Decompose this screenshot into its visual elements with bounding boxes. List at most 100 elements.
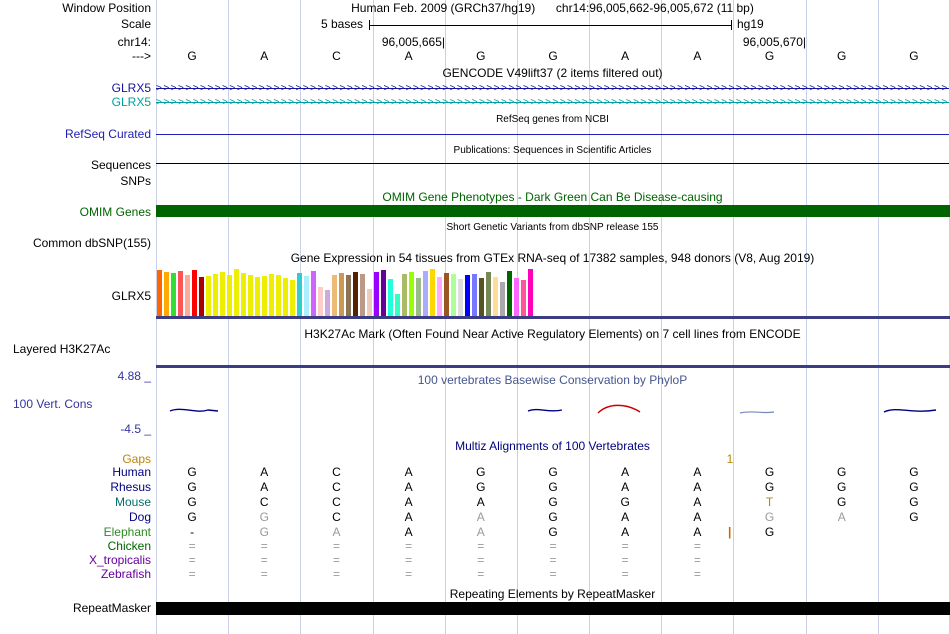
strand-arrows: >>>>>>>>>>>>>>>>>>>>>>>>>>>>>>>>>>>>>>>>… <box>156 82 949 95</box>
gtex-tissue-bar[interactable] <box>500 282 505 316</box>
gtex-tissue-bar[interactable] <box>339 273 344 316</box>
gtex-tissue-bar[interactable] <box>178 271 183 316</box>
omim-genes-label[interactable]: OMIM Genes <box>0 206 151 219</box>
repeatmasker-label[interactable]: RepeatMasker <box>0 602 151 615</box>
phylop-track-title[interactable]: 100 vertebrates Basewise Conservation by… <box>156 374 949 386</box>
gtex-tissue-bar[interactable] <box>444 273 449 316</box>
alignment-base: = <box>661 568 733 581</box>
gtex-tissue-bar[interactable] <box>388 279 393 316</box>
omim-gene-bar[interactable] <box>156 205 950 217</box>
gtex-tissue-bar[interactable] <box>325 290 330 316</box>
gtex-tissue-bar[interactable] <box>367 289 372 316</box>
gtex-tissue-bar[interactable] <box>234 269 239 316</box>
alignment-base: G <box>156 466 228 479</box>
gencode-transcript-arrows[interactable]: >>>>>>>>>>>>>>>>>>>>>>>>>>>>>>>>>>>>>>>>… <box>156 82 949 95</box>
gtex-tissue-bar[interactable] <box>269 274 274 316</box>
gtex-tissue-bar[interactable] <box>486 272 491 316</box>
snps-label[interactable]: SNPs <box>0 175 151 188</box>
gtex-tissue-bar[interactable] <box>353 272 358 316</box>
gtex-tissue-bar[interactable] <box>437 277 442 316</box>
gtex-tissue-bar[interactable] <box>514 278 519 316</box>
gtex-tissue-bar[interactable] <box>262 276 267 316</box>
refseq-curated-label[interactable]: RefSeq Curated <box>0 128 151 141</box>
species-label-dog[interactable]: Dog <box>0 511 151 524</box>
gtex-gene-label[interactable]: GLRX5 <box>0 290 151 303</box>
gtex-tissue-bar[interactable] <box>507 271 512 316</box>
h3k27ac-baseline[interactable] <box>156 365 950 368</box>
gtex-tissue-bar[interactable] <box>290 280 295 316</box>
publications-track-title[interactable]: Publications: Sequences in Scientific Ar… <box>156 145 949 157</box>
gencode-gene-label[interactable]: GLRX5 <box>0 82 151 95</box>
gtex-tissue-bar[interactable] <box>192 270 197 316</box>
gtex-tissue-bar[interactable] <box>227 275 232 316</box>
gtex-tissue-bar[interactable] <box>346 275 351 316</box>
species-label-rhesus[interactable]: Rhesus <box>0 481 151 494</box>
gtex-tissue-bar[interactable] <box>185 275 190 316</box>
phylop-max-value: 4.88 _ <box>0 370 151 383</box>
species-label-zebrafish[interactable]: Zebrafish <box>0 568 151 581</box>
gencode-transcript-arrows[interactable]: >>>>>>>>>>>>>>>>>>>>>>>>>>>>>>>>>>>>>>>>… <box>156 96 949 109</box>
gtex-tissue-bar[interactable] <box>465 275 470 316</box>
refseq-gene-line[interactable] <box>156 134 949 135</box>
gtex-tissue-bar[interactable] <box>171 273 176 316</box>
gtex-tissue-bar[interactable] <box>360 274 365 316</box>
gtex-tissue-bar[interactable] <box>493 277 498 316</box>
gtex-tissue-bar[interactable] <box>332 275 337 316</box>
gtex-tissue-bar[interactable] <box>220 272 225 316</box>
gtex-track-title[interactable]: Gene Expression in 54 tissues from GTEx … <box>156 252 949 264</box>
gtex-tissue-bar[interactable] <box>479 278 484 316</box>
alignment-base: A <box>373 526 445 539</box>
gtex-tissue-bar[interactable] <box>304 276 309 316</box>
phylop-label[interactable]: 100 Vert. Cons <box>13 398 92 411</box>
publication-sequence-line[interactable] <box>156 163 949 164</box>
gtex-tissue-bar[interactable] <box>472 274 477 316</box>
repeatmasker-track-title[interactable]: Repeating Elements by RepeatMasker <box>156 588 949 600</box>
gtex-tissue-bar[interactable] <box>206 276 211 316</box>
species-label-mouse[interactable]: Mouse <box>0 496 151 509</box>
gtex-tissue-bar[interactable] <box>318 287 323 316</box>
gtex-tissue-bar[interactable] <box>283 278 288 316</box>
repeatmasker-element-bar[interactable] <box>156 602 950 615</box>
h3k27ac-track-title[interactable]: H3K27Ac Mark (Often Found Near Active Re… <box>156 328 949 340</box>
gencode-gene-label[interactable]: GLRX5 <box>0 96 151 109</box>
omim-track-title[interactable]: OMIM Gene Phenotypes - Dark Green Can Be… <box>156 191 949 203</box>
gtex-tissue-bar[interactable] <box>213 274 218 316</box>
refseq-track-title[interactable]: RefSeq genes from NCBI <box>156 114 949 126</box>
sequences-label[interactable]: Sequences <box>0 159 151 172</box>
species-label-elephant[interactable]: Elephant <box>0 526 151 539</box>
alignment-base: G <box>517 496 589 509</box>
gtex-tissue-bar[interactable] <box>248 275 253 316</box>
gtex-tissue-bar[interactable] <box>381 270 386 316</box>
species-label-x-tropicalis[interactable]: X_tropicalis <box>0 554 151 567</box>
gtex-tissue-bar[interactable] <box>374 272 379 316</box>
gtex-tissue-bar[interactable] <box>458 279 463 316</box>
gtex-tissue-bar[interactable] <box>528 269 533 316</box>
gtex-tissue-bar[interactable] <box>423 271 428 316</box>
gtex-tissue-bar[interactable] <box>297 273 302 316</box>
species-label-chicken[interactable]: Chicken <box>0 540 151 553</box>
gtex-tissue-bar[interactable] <box>402 274 407 316</box>
gtex-tissue-bar[interactable] <box>255 277 260 316</box>
gtex-tissue-bar[interactable] <box>311 271 316 316</box>
gtex-tissue-bar[interactable] <box>451 274 456 316</box>
gtex-tissue-bar[interactable] <box>416 278 421 316</box>
gtex-tissue-bar[interactable] <box>395 294 400 316</box>
multiz-track-title[interactable]: Multiz Alignments of 100 Vertebrates <box>156 440 949 452</box>
gtex-expression-bars[interactable] <box>157 266 535 316</box>
gtex-tissue-bar[interactable] <box>157 270 162 316</box>
alignment-base: = <box>589 568 661 581</box>
h3k27ac-label[interactable]: Layered H3K27Ac <box>13 343 110 356</box>
species-label-human[interactable]: Human <box>0 466 151 479</box>
gencode-track-title[interactable]: GENCODE V49lift37 (2 items filtered out) <box>156 67 949 79</box>
gtex-tissue-bar[interactable] <box>241 273 246 316</box>
gtex-tissue-bar[interactable] <box>164 272 169 316</box>
gtex-tissue-bar[interactable] <box>276 275 281 316</box>
gtex-tissue-bar[interactable] <box>199 277 204 316</box>
chromosome-label: chr14: <box>0 36 151 49</box>
gtex-gene-model-line[interactable] <box>156 316 950 319</box>
dbsnp-label[interactable]: Common dbSNP(155) <box>0 237 151 250</box>
gtex-tissue-bar[interactable] <box>521 280 526 316</box>
gtex-tissue-bar[interactable] <box>430 269 435 316</box>
gtex-tissue-bar[interactable] <box>409 272 414 316</box>
dbsnp-track-title[interactable]: Short Genetic Variants from dbSNP releas… <box>156 222 949 234</box>
